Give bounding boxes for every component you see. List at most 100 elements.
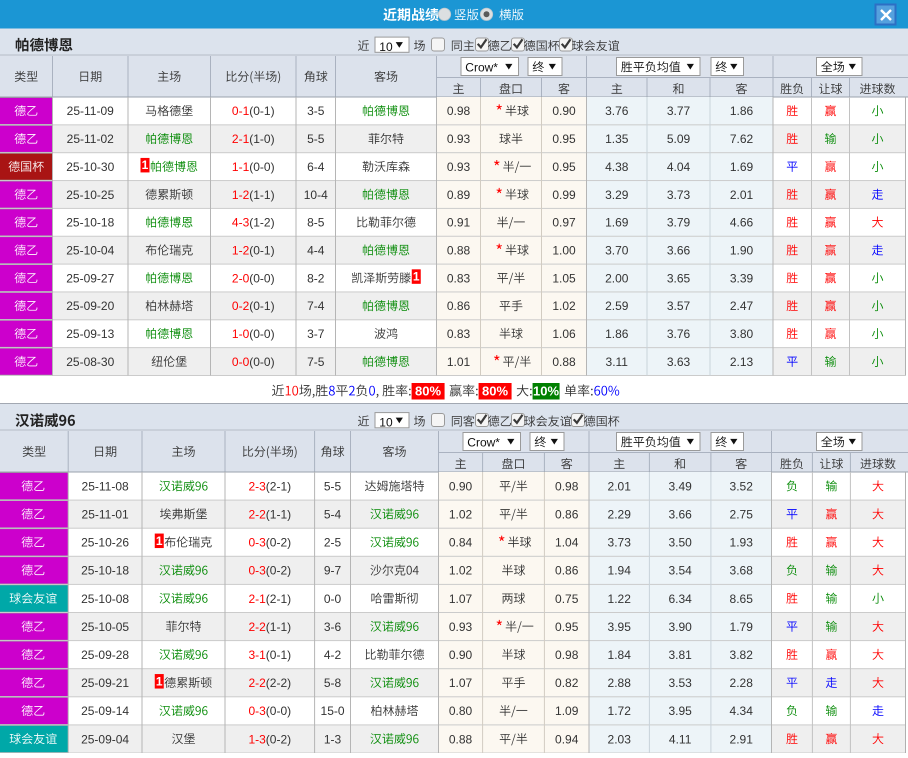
svg-text:2-5: 2-5 <box>324 536 342 550</box>
svg-text:3.76: 3.76 <box>667 327 691 341</box>
svg-text:2-2(2-2): 2-2(2-2) <box>248 676 291 690</box>
svg-text:0-3(0-2): 0-3(0-2) <box>248 564 291 578</box>
svg-text:1.09: 1.09 <box>555 704 579 718</box>
svg-text:25-09-20: 25-09-20 <box>66 299 114 313</box>
svg-text:0.88: 0.88 <box>552 355 576 369</box>
svg-text:1: 1 <box>156 674 163 688</box>
svg-text:3.66: 3.66 <box>667 243 691 257</box>
svg-text:Crow*: Crow* <box>467 435 500 449</box>
svg-text:3.90: 3.90 <box>668 620 692 634</box>
svg-text:25-10-26: 25-10-26 <box>81 536 129 550</box>
svg-text:10: 10 <box>379 415 393 429</box>
svg-text:25-10-04: 25-10-04 <box>66 243 114 257</box>
svg-text:1.04: 1.04 <box>555 536 579 550</box>
svg-text:0.75: 0.75 <box>555 592 579 606</box>
svg-text:3.95: 3.95 <box>668 704 692 718</box>
svg-text:1.93: 1.93 <box>730 536 754 550</box>
svg-text:0.95: 0.95 <box>555 620 579 634</box>
svg-text:0.90: 0.90 <box>449 648 473 662</box>
svg-text:1.22: 1.22 <box>608 592 632 606</box>
svg-text:3.39: 3.39 <box>730 271 754 285</box>
svg-text:1.05: 1.05 <box>552 271 576 285</box>
svg-text:10%: 10% <box>533 384 559 399</box>
svg-text:3.73: 3.73 <box>608 536 632 550</box>
svg-text:4.38: 4.38 <box>605 160 629 174</box>
svg-text:2.28: 2.28 <box>730 676 754 690</box>
svg-text:0.98: 0.98 <box>447 104 471 118</box>
svg-text:3-1(0-1): 3-1(0-1) <box>248 648 291 662</box>
svg-text:0-0: 0-0 <box>324 592 342 606</box>
svg-text:3.52: 3.52 <box>730 479 754 493</box>
svg-text:10-4: 10-4 <box>304 188 328 202</box>
svg-text:25-09-13: 25-09-13 <box>66 327 114 341</box>
svg-text:4.11: 4.11 <box>669 732 692 746</box>
svg-text:4-2: 4-2 <box>324 648 342 662</box>
svg-text:0.90: 0.90 <box>449 479 473 493</box>
svg-text:15-0: 15-0 <box>321 704 345 718</box>
svg-text:25-09-04: 25-09-04 <box>81 732 129 746</box>
svg-text:25-09-27: 25-09-27 <box>66 271 114 285</box>
svg-text:3.76: 3.76 <box>605 104 629 118</box>
svg-text:2.00: 2.00 <box>605 271 629 285</box>
svg-text:2-1(2-1): 2-1(2-1) <box>248 592 291 606</box>
svg-text:5-8: 5-8 <box>324 676 342 690</box>
svg-text:3.79: 3.79 <box>667 216 691 230</box>
svg-text:0-2(0-1): 0-2(0-1) <box>232 299 275 313</box>
svg-text:2.59: 2.59 <box>605 299 629 313</box>
svg-text:1.86: 1.86 <box>730 104 754 118</box>
svg-text:25-11-02: 25-11-02 <box>67 132 114 146</box>
svg-text:1.72: 1.72 <box>608 704 632 718</box>
svg-text:1.02: 1.02 <box>449 564 473 578</box>
svg-text:25-08-30: 25-08-30 <box>66 355 114 369</box>
svg-text:25-11-09: 25-11-09 <box>67 104 114 118</box>
svg-text:0.90: 0.90 <box>552 104 576 118</box>
svg-text:2-1(1-0): 2-1(1-0) <box>232 132 275 146</box>
svg-text:8-5: 8-5 <box>307 216 325 230</box>
svg-text:3-5: 3-5 <box>307 104 325 118</box>
svg-text:3.11: 3.11 <box>606 355 629 369</box>
svg-text:2.91: 2.91 <box>730 732 754 746</box>
svg-text:0.80: 0.80 <box>449 704 473 718</box>
svg-text:0.89: 0.89 <box>447 188 471 202</box>
svg-text:5-5: 5-5 <box>324 479 342 493</box>
svg-text:3-7: 3-7 <box>307 327 325 341</box>
svg-text:25-10-05: 25-10-05 <box>81 620 129 634</box>
svg-text:4.04: 4.04 <box>667 160 691 174</box>
svg-text:1: 1 <box>156 534 163 548</box>
svg-text:1.94: 1.94 <box>608 564 632 578</box>
svg-text:8-2: 8-2 <box>307 271 325 285</box>
svg-text:0.83: 0.83 <box>447 271 471 285</box>
svg-text:3.80: 3.80 <box>730 327 754 341</box>
svg-text:2.01: 2.01 <box>730 188 754 202</box>
svg-text:2.03: 2.03 <box>608 732 632 746</box>
svg-text:0.99: 0.99 <box>552 188 576 202</box>
svg-text:1.00: 1.00 <box>552 243 576 257</box>
svg-text:3.66: 3.66 <box>668 507 692 521</box>
svg-text:1: 1 <box>413 270 420 284</box>
svg-text:0.84: 0.84 <box>449 536 473 550</box>
svg-text:0.83: 0.83 <box>447 327 471 341</box>
svg-text:1.90: 1.90 <box>730 243 754 257</box>
svg-text:0-1(0-1): 0-1(0-1) <box>232 104 275 118</box>
svg-text:1.69: 1.69 <box>730 160 754 174</box>
svg-text:25-11-01: 25-11-01 <box>82 507 129 521</box>
svg-text:25-10-18: 25-10-18 <box>81 564 129 578</box>
svg-text:7.62: 7.62 <box>730 132 754 146</box>
svg-text:4-3(1-2): 4-3(1-2) <box>232 216 275 230</box>
svg-text:3-6: 3-6 <box>324 620 342 634</box>
svg-text:0-0(0-0): 0-0(0-0) <box>232 355 275 369</box>
svg-text:9-7: 9-7 <box>324 564 342 578</box>
svg-text:0.97: 0.97 <box>552 216 576 230</box>
svg-text:4.34: 4.34 <box>730 704 754 718</box>
svg-text:3.70: 3.70 <box>605 243 629 257</box>
svg-text:25-10-08: 25-10-08 <box>81 592 129 606</box>
svg-text:25-10-30: 25-10-30 <box>66 160 114 174</box>
svg-text:7-4: 7-4 <box>307 299 325 313</box>
svg-text:0-3(0-0): 0-3(0-0) <box>248 704 291 718</box>
svg-text:3.82: 3.82 <box>730 648 754 662</box>
svg-text:3.68: 3.68 <box>730 564 754 578</box>
svg-text:1-2(0-1): 1-2(0-1) <box>232 243 275 257</box>
svg-text:1.79: 1.79 <box>730 620 754 634</box>
svg-text:8.65: 8.65 <box>730 592 754 606</box>
svg-text:1-3: 1-3 <box>324 732 342 746</box>
